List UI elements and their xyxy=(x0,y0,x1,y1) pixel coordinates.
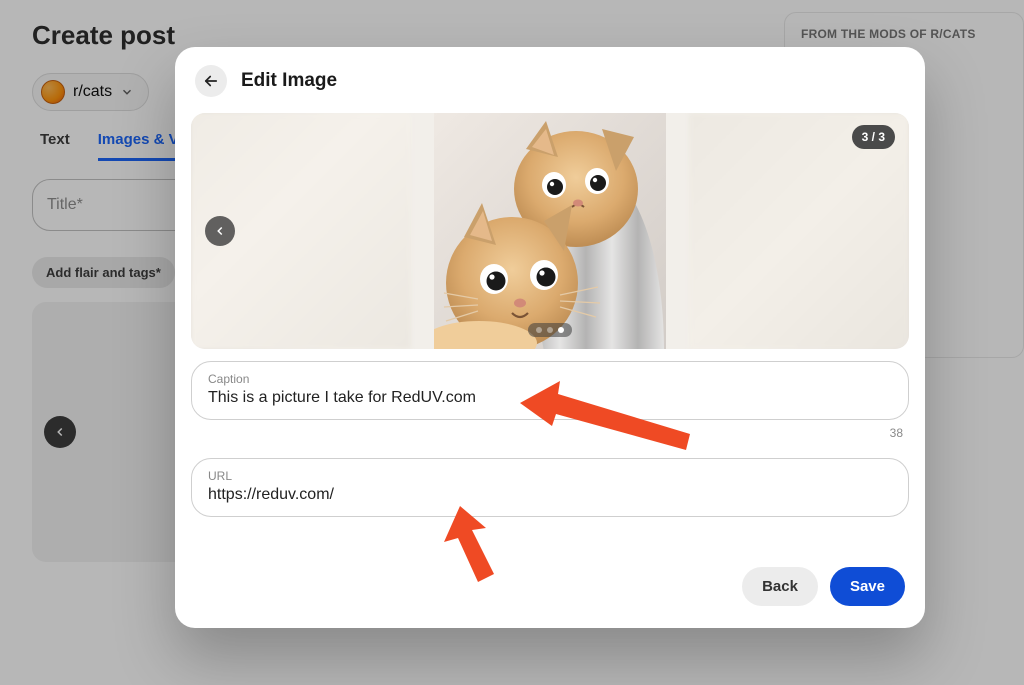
url-label: URL xyxy=(208,469,892,483)
dot xyxy=(547,327,553,333)
modal-header: Edit Image xyxy=(175,47,925,109)
carousel-prev-button[interactable] xyxy=(205,216,235,246)
url-field[interactable]: URL xyxy=(191,458,909,517)
image-counter-badge: 3 / 3 xyxy=(852,125,895,149)
dot xyxy=(536,327,542,333)
caption-field[interactable]: Caption xyxy=(191,361,909,420)
modal-actions: Back Save xyxy=(175,523,925,606)
chevron-left-icon xyxy=(213,224,227,238)
cat-image xyxy=(434,113,666,349)
arrow-left-icon xyxy=(202,72,220,90)
save-button[interactable]: Save xyxy=(830,567,905,606)
edit-image-modal: Edit Image xyxy=(175,47,925,628)
url-input[interactable] xyxy=(208,486,892,504)
back-icon-button[interactable] xyxy=(195,65,227,97)
carousel-dots xyxy=(528,323,572,337)
dot-active xyxy=(558,327,564,333)
image-carousel: 3 / 3 xyxy=(191,113,909,349)
caption-input[interactable] xyxy=(208,389,892,407)
caption-count: 38 xyxy=(175,426,903,440)
modal-title: Edit Image xyxy=(241,70,337,92)
caption-label: Caption xyxy=(208,372,892,386)
back-button[interactable]: Back xyxy=(742,567,818,606)
